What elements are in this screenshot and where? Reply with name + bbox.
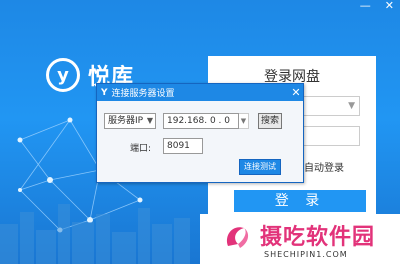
dialog-titlebar[interactable]: Y 连接服务器设置 ✕: [97, 84, 303, 101]
app-icon: Y: [101, 87, 108, 98]
watermark-logo-icon: [226, 227, 249, 248]
connection-test-button[interactable]: 连接测试: [239, 159, 281, 175]
server-settings-dialog: Y 连接服务器设置 ✕ 服务器IP ▼ 192.168. 0 . 0 ▼ 搜索 …: [96, 83, 304, 183]
app-window: — ✕ y 悦库 登录网盘 ▼ 自动登录 登 录 Y 连接服务器设置 ✕ 服务器…: [0, 0, 400, 264]
close-icon[interactable]: ✕: [289, 86, 303, 99]
watermark-text: 摄吃软件园: [260, 225, 376, 250]
brand-logo: y: [46, 58, 80, 92]
ip-address-field[interactable]: 192.168. 0 . 0: [163, 113, 239, 129]
minimize-icon[interactable]: —: [360, 0, 371, 12]
ip-dropdown-icon[interactable]: ▼: [239, 113, 249, 129]
login-button[interactable]: 登 录: [234, 190, 366, 212]
protocol-select-value: 服务器IP: [108, 116, 144, 126]
close-icon[interactable]: ✕: [385, 0, 394, 12]
port-field[interactable]: 8091: [163, 138, 203, 154]
protocol-select[interactable]: 服务器IP ▼: [104, 113, 156, 129]
port-label: 端口:: [130, 144, 152, 154]
window-controls: — ✕: [360, 0, 394, 12]
search-button[interactable]: 搜索: [258, 113, 282, 129]
watermark-url: SHECHIPIN1.COM: [264, 250, 348, 259]
watermark: 摄吃软件园 SHECHIPIN1.COM: [200, 214, 400, 264]
dialog-title: 连接服务器设置: [111, 89, 175, 99]
chevron-down-icon[interactable]: ▼: [147, 114, 153, 128]
chevron-down-icon[interactable]: ▼: [348, 101, 355, 111]
auto-login-label: 自动登录: [304, 163, 344, 174]
